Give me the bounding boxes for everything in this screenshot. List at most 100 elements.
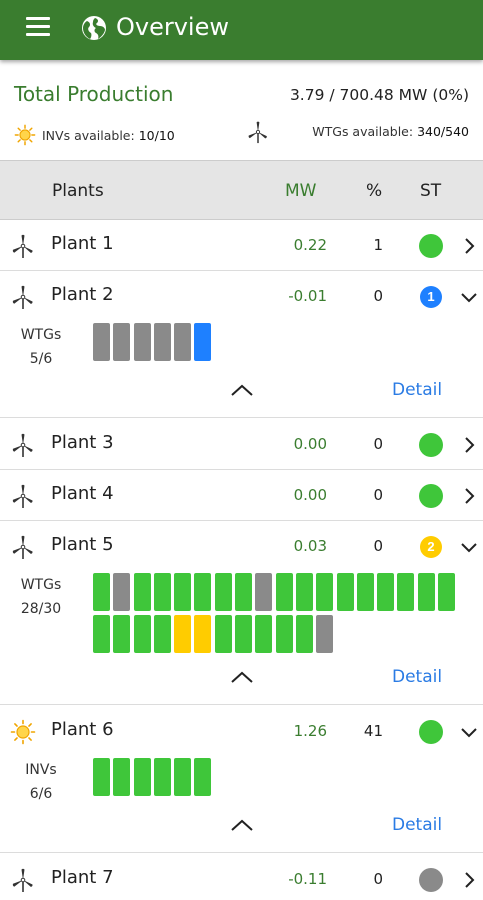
unit-status-block[interactable]	[113, 573, 131, 611]
unit-status-block[interactable]	[133, 573, 151, 611]
plant-percent: 0	[373, 486, 383, 504]
plant-name: Plant 2	[51, 284, 114, 305]
unit-type-label: INVs	[25, 762, 57, 778]
plant-mw: 1.26	[293, 722, 327, 740]
unit-status-block[interactable]	[397, 573, 415, 611]
total-production-value: 3.79 / 700.48 MW (0%)	[289, 86, 469, 104]
plant-row[interactable]: Plant 1 0.22 1	[0, 221, 483, 271]
unit-status-block[interactable]	[93, 573, 110, 611]
plant-row[interactable]: Plant 4 0.00 0	[0, 471, 483, 521]
unit-status-block[interactable]	[214, 615, 232, 653]
chevron-up-icon[interactable]	[229, 817, 255, 833]
unit-status-block[interactable]	[438, 573, 456, 611]
unit-status-block[interactable]	[194, 758, 212, 796]
unit-status-block[interactable]	[194, 615, 212, 653]
unit-status-block[interactable]	[153, 573, 171, 611]
wind-turbine-icon	[12, 868, 33, 892]
unit-status-block[interactable]	[93, 323, 110, 361]
unit-status-block[interactable]	[316, 573, 334, 611]
status-badge	[419, 433, 443, 457]
chevron-down-icon[interactable]	[459, 722, 479, 742]
chevron-right-icon[interactable]	[459, 870, 479, 890]
unit-status-block[interactable]	[174, 615, 192, 653]
unit-status-block[interactable]	[153, 615, 171, 653]
globe-icon	[82, 16, 106, 40]
unit-availability: INVs 6/6	[18, 758, 64, 806]
plant-mw: 0.03	[293, 537, 327, 555]
unit-status-block[interactable]	[255, 615, 273, 653]
unit-status-block[interactable]	[174, 758, 192, 796]
plant-row[interactable]: Plant 3 0.00 0	[0, 420, 483, 470]
status-badge	[419, 484, 443, 508]
unit-status-block[interactable]	[194, 573, 212, 611]
unit-status-block[interactable]	[295, 615, 313, 653]
unit-status-block[interactable]	[275, 615, 293, 653]
unit-type-label: WTGs	[20, 327, 62, 343]
wtg-available-value: 340/540	[417, 124, 469, 139]
plant-name: Plant 7	[51, 867, 114, 888]
status-badge	[419, 234, 443, 258]
column-header-mw[interactable]: MW	[285, 181, 316, 201]
plant-row[interactable]: Plant 5 0.03 0 2	[0, 522, 483, 572]
unit-status-block[interactable]	[235, 615, 253, 653]
unit-status-block[interactable]	[275, 573, 293, 611]
inv-availability: INVs available: 10/10	[14, 124, 175, 146]
chevron-down-icon[interactable]	[459, 537, 479, 557]
sun-icon	[10, 719, 36, 745]
column-header-percent[interactable]: %	[366, 181, 382, 201]
chevron-up-icon[interactable]	[229, 669, 255, 685]
unit-status-block[interactable]	[316, 615, 334, 653]
plant-percent: 0	[373, 870, 383, 888]
unit-status-block[interactable]	[133, 615, 151, 653]
unit-status-block[interactable]	[336, 573, 354, 611]
app-bar: Overview	[0, 0, 483, 60]
plant-percent: 1	[373, 236, 383, 254]
unit-status-block[interactable]	[214, 573, 232, 611]
unit-status-block[interactable]	[93, 758, 110, 796]
status-badge	[419, 720, 443, 744]
hamburger-menu-icon[interactable]	[26, 17, 52, 39]
unit-status-block[interactable]	[113, 323, 131, 361]
chevron-down-icon[interactable]	[459, 287, 479, 307]
unit-status-block[interactable]	[295, 573, 313, 611]
unit-type-label: WTGs	[20, 577, 62, 593]
unit-status-block[interactable]	[194, 323, 212, 361]
inv-available-value: 10/10	[138, 127, 175, 143]
chevron-right-icon[interactable]	[459, 236, 479, 256]
wind-turbine-icon	[248, 121, 267, 144]
plant-row[interactable]: Plant 6 1.26 41	[0, 707, 483, 757]
chevron-up-icon[interactable]	[229, 382, 255, 398]
chevron-right-icon[interactable]	[459, 435, 479, 455]
unit-status-block[interactable]	[255, 573, 273, 611]
column-header-plants[interactable]: Plants	[52, 181, 104, 201]
unit-status-block[interactable]	[153, 323, 171, 361]
unit-status-block[interactable]	[174, 323, 192, 361]
unit-status-block[interactable]	[235, 573, 253, 611]
unit-availability: WTGs 28/30	[18, 573, 64, 621]
unit-status-block[interactable]	[417, 573, 435, 611]
unit-status-block[interactable]	[377, 573, 395, 611]
plant-row[interactable]: Plant 2 -0.01 0 1	[0, 272, 483, 322]
plant-mw: -0.01	[288, 287, 327, 305]
column-header-status[interactable]: ST	[420, 181, 441, 201]
plant-row[interactable]: Plant 7 -0.11 0	[0, 855, 483, 900]
unit-availability: WTGs 5/6	[18, 323, 64, 371]
unit-status-block[interactable]	[153, 758, 171, 796]
detail-link[interactable]: Detail	[392, 380, 442, 400]
unit-status-grid	[93, 323, 463, 365]
plant-percent: 41	[363, 722, 383, 740]
plant-percent: 0	[373, 537, 383, 555]
detail-link[interactable]: Detail	[392, 667, 442, 687]
unit-status-block[interactable]	[133, 758, 151, 796]
detail-link[interactable]: Detail	[392, 815, 442, 835]
unit-status-block[interactable]	[356, 573, 374, 611]
chevron-right-icon[interactable]	[459, 486, 479, 506]
wind-turbine-icon	[12, 285, 33, 309]
unit-status-block[interactable]	[133, 323, 151, 361]
unit-status-block[interactable]	[174, 573, 192, 611]
plant-name: Plant 3	[51, 432, 114, 453]
unit-status-block[interactable]	[113, 615, 131, 653]
unit-status-block[interactable]	[113, 758, 131, 796]
unit-status-block[interactable]	[93, 615, 110, 653]
plant-percent: 0	[373, 435, 383, 453]
